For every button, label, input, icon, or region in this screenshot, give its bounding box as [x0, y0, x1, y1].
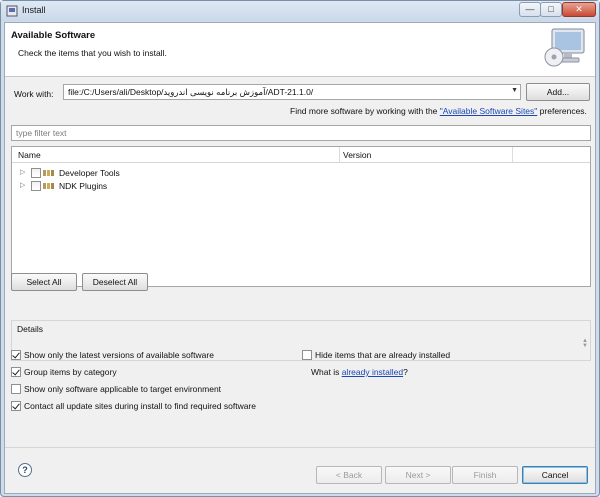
- dialog-content: Available Software Check the items that …: [4, 22, 596, 494]
- group-by-category-checkbox[interactable]: [11, 367, 21, 377]
- column-version-header[interactable]: Version: [343, 150, 371, 160]
- category-icon: [43, 183, 54, 189]
- find-more-prefix: Find more software by working with the: [290, 106, 440, 116]
- work-with-value: file:/C:/Users/ali/Desktop/آموزش برنامه …: [68, 87, 314, 97]
- window-title: Install: [22, 5, 46, 15]
- available-software-sites-link[interactable]: "Available Software Sites": [440, 106, 538, 116]
- page-title: Available Software: [11, 30, 96, 41]
- row-label: NDK Plugins: [59, 181, 108, 191]
- maximize-button[interactable]: □: [540, 2, 562, 17]
- help-icon[interactable]: ?: [18, 463, 32, 477]
- install-dialog: Install — □ ✕ Available Software Check t…: [0, 0, 600, 497]
- work-with-label: Work with:: [14, 89, 54, 99]
- latest-versions-checkbox[interactable]: [11, 350, 21, 360]
- chevron-down-icon[interactable]: ▼: [511, 87, 518, 94]
- header-banner: Available Software Check the items that …: [5, 23, 595, 77]
- next-button[interactable]: Next >: [385, 466, 451, 484]
- cancel-button[interactable]: Cancel: [522, 466, 588, 484]
- software-tree: Name Version ▷ Developer Tools ▷ NDK Plu…: [11, 146, 591, 287]
- what-is-suffix: ?: [403, 367, 408, 377]
- what-is-installed-text: What is already installed?: [311, 367, 408, 377]
- contact-sites-checkbox[interactable]: [11, 401, 21, 411]
- tree-header: Name Version: [12, 147, 590, 163]
- column-divider[interactable]: [512, 147, 513, 162]
- hide-installed-checkbox[interactable]: [302, 350, 312, 360]
- details-scrollbar[interactable]: ▲ ▼: [582, 338, 588, 349]
- title-bar: Install — □ ✕: [1, 1, 599, 21]
- tree-row[interactable]: ▷ NDK Plugins: [12, 180, 590, 193]
- column-divider[interactable]: [339, 147, 340, 162]
- row-label: Developer Tools: [59, 168, 120, 178]
- column-name-header[interactable]: Name: [18, 150, 41, 160]
- install-computer-icon: [544, 28, 585, 67]
- footer-divider: [5, 447, 595, 448]
- row-checkbox[interactable]: [31, 181, 41, 191]
- latest-versions-label: Show only the latest versions of availab…: [24, 350, 214, 360]
- add-site-button[interactable]: Add...: [526, 83, 590, 101]
- page-subtitle: Check the items that you wish to install…: [18, 48, 167, 58]
- group-by-category-label: Group items by category: [24, 367, 117, 377]
- find-more-text: Find more software by working with the "…: [290, 106, 587, 116]
- expand-arrow-icon[interactable]: ▷: [20, 168, 25, 176]
- select-all-button[interactable]: Select All: [11, 273, 77, 291]
- already-installed-link[interactable]: already installed: [342, 367, 403, 377]
- deselect-all-button[interactable]: Deselect All: [82, 273, 148, 291]
- details-label: Details: [17, 324, 43, 334]
- back-button[interactable]: < Back: [316, 466, 382, 484]
- applicable-only-checkbox[interactable]: [11, 384, 21, 394]
- expand-arrow-icon[interactable]: ▷: [20, 181, 25, 189]
- eclipse-app-icon: [6, 5, 18, 17]
- filter-input[interactable]: type filter text: [11, 125, 591, 141]
- contact-sites-label: Contact all update sites during install …: [24, 401, 256, 411]
- filter-placeholder: type filter text: [16, 128, 67, 138]
- hide-installed-label: Hide items that are already installed: [315, 350, 451, 360]
- finish-button[interactable]: Finish: [452, 466, 518, 484]
- category-icon: [43, 170, 54, 176]
- applicable-only-label: Show only software applicable to target …: [24, 384, 222, 394]
- minimize-button[interactable]: —: [519, 2, 541, 17]
- find-more-suffix: preferences.: [537, 106, 587, 116]
- close-button[interactable]: ✕: [562, 2, 596, 17]
- tree-row[interactable]: ▷ Developer Tools: [12, 167, 590, 180]
- work-with-combo[interactable]: file:/C:/Users/ali/Desktop/آموزش برنامه …: [63, 84, 521, 100]
- row-checkbox[interactable]: [31, 168, 41, 178]
- what-is-prefix: What is: [311, 367, 342, 377]
